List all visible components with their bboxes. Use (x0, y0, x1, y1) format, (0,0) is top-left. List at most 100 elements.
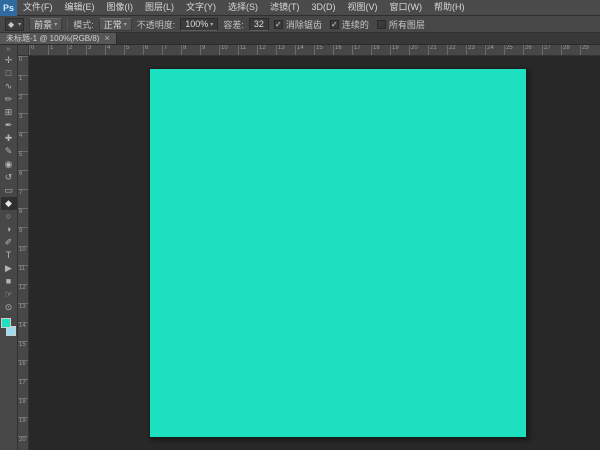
checkbox-label: 所有图层 (389, 18, 425, 31)
photoshop-window: Ps 文件(F)编辑(E)图像(I)图层(L)文字(Y)选择(S)滤镜(T)3D… (0, 0, 600, 450)
ruler-tick: 7 (18, 189, 28, 208)
clone-stamp-tool[interactable]: ◉ (1, 158, 17, 171)
ruler-tick: 3 (86, 45, 105, 55)
hand-tool[interactable]: ☞ (1, 288, 17, 301)
crop-tool[interactable]: ⊞ (1, 106, 17, 119)
ruler-tick: 20 (18, 436, 28, 450)
paint-bucket-tool[interactable]: ◆ (1, 197, 17, 210)
type-tool[interactable]: T (1, 249, 17, 262)
ruler-tick: 6 (143, 45, 162, 55)
ruler-tick: 8 (18, 208, 28, 227)
menu-bar: Ps 文件(F)编辑(E)图像(I)图层(L)文字(Y)选择(S)滤镜(T)3D… (0, 0, 600, 16)
menu-item-8[interactable]: 3D(D) (306, 0, 342, 15)
menu-item-6[interactable]: 选择(S) (222, 0, 264, 15)
paint-bucket-icon: ◆ (8, 20, 14, 29)
ruler-tick: 18 (18, 398, 28, 417)
shape-tool[interactable]: ■ (1, 275, 17, 288)
ruler-tick: 1 (18, 75, 28, 94)
menu-item-9[interactable]: 视图(V) (342, 0, 384, 15)
menu-item-4[interactable]: 图层(L) (139, 0, 180, 15)
ruler-tick: 3 (18, 113, 28, 132)
ruler-tick: 19 (390, 45, 409, 55)
brush-tool[interactable]: ✎ (1, 145, 17, 158)
checkbox-2[interactable]: ✓连续的 (330, 18, 369, 31)
ruler-tick: 26 (523, 45, 542, 55)
ruler-tick: 0 (18, 56, 28, 75)
path-selection-tool[interactable]: ▶ (1, 262, 17, 275)
ruler-tick: 22 (447, 45, 466, 55)
ruler-tick: 24 (485, 45, 504, 55)
dodge-tool[interactable]: ◑ (1, 223, 17, 236)
ruler-tick: 28 (561, 45, 580, 55)
workspace: » ✛□∿✏⊞✒✚✎◉↺▭◆○◑✐T▶■☞⊙ 01234567891011121… (0, 45, 600, 450)
ruler-tick: 6 (18, 170, 28, 189)
checkbox-3[interactable]: 所有图层 (377, 18, 425, 31)
marquee-tool[interactable]: □ (1, 67, 17, 80)
ruler-tick: 19 (18, 417, 28, 436)
mode-label: 模式: (73, 18, 94, 31)
healing-brush-tool[interactable]: ✚ (1, 132, 17, 145)
ruler-tick: 12 (18, 284, 28, 303)
document-tab-bar: 未标题-1 @ 100%(RGB/8) × (0, 33, 600, 45)
opacity-value: 100% (185, 19, 208, 29)
move-tool[interactable]: ✛ (1, 54, 17, 67)
ruler-tick: 5 (18, 151, 28, 170)
ruler-tick: 13 (18, 303, 28, 322)
toolbar-collapse-chevron[interactable]: » (7, 46, 11, 54)
checkbox-label: 连续的 (342, 18, 369, 31)
eraser-tool[interactable]: ▭ (1, 184, 17, 197)
ruler-tick: 12 (257, 45, 276, 55)
tolerance-input[interactable]: 32 (249, 18, 269, 31)
canvas[interactable] (149, 68, 527, 438)
ruler-tick: 4 (105, 45, 124, 55)
menu-item-3[interactable]: 图像(I) (101, 0, 140, 15)
mode-dropdown[interactable]: 正常 (99, 18, 132, 31)
zoom-tool[interactable]: ⊙ (1, 301, 17, 314)
fill-source-dropdown[interactable]: 前景 (29, 18, 62, 31)
tool-options-bar: ◆ 前景 模式: 正常 不透明度: 100% 容差: 32 ✓消除锯齿✓连续的所… (0, 16, 600, 33)
eyedropper-tool[interactable]: ✒ (1, 119, 17, 132)
history-brush-tool[interactable]: ↺ (1, 171, 17, 184)
ruler-tick: 21 (428, 45, 447, 55)
ruler-tick: 10 (219, 45, 238, 55)
separator (67, 18, 68, 30)
document-viewport (29, 56, 600, 450)
ruler-tick: 16 (18, 360, 28, 379)
ruler-tick: 4 (18, 132, 28, 151)
ruler-vertical: 01234567891011121314151617181920 (18, 56, 29, 450)
menu-item-5[interactable]: 文字(Y) (180, 0, 222, 15)
checkbox-box[interactable] (377, 20, 386, 29)
ruler-tick: 0 (29, 45, 48, 55)
photoshop-logo: Ps (0, 0, 17, 16)
ruler-tick: 11 (238, 45, 257, 55)
lasso-tool[interactable]: ∿ (1, 80, 17, 93)
ruler-tick: 29 (580, 45, 599, 55)
quick-selection-tool[interactable]: ✏ (1, 93, 17, 106)
ruler-tick: 23 (466, 45, 485, 55)
ruler-tick: 9 (18, 227, 28, 246)
checkbox-1[interactable]: ✓消除锯齿 (274, 18, 322, 31)
ruler-tick: 2 (67, 45, 86, 55)
ruler-tick: 17 (352, 45, 371, 55)
document-tab[interactable]: 未标题-1 @ 100%(RGB/8) × (0, 33, 117, 44)
ruler-tick: 18 (371, 45, 390, 55)
close-icon[interactable]: × (104, 34, 109, 43)
menu-item-2[interactable]: 编辑(E) (59, 0, 101, 15)
checkbox-box[interactable]: ✓ (274, 20, 283, 29)
tool-preset-picker[interactable]: ◆ (5, 18, 24, 31)
ruler-tick: 9 (200, 45, 219, 55)
menu-item-10[interactable]: 窗口(W) (384, 0, 429, 15)
ruler-tick: 27 (542, 45, 561, 55)
menu-item-1[interactable]: 文件(F) (17, 0, 59, 15)
blur-tool[interactable]: ○ (1, 210, 17, 223)
ruler-tick: 8 (181, 45, 200, 55)
foreground-color-swatch[interactable] (1, 318, 11, 328)
fill-source-value: 前景 (34, 18, 52, 31)
checkbox-box[interactable]: ✓ (330, 20, 339, 29)
menu-item-7[interactable]: 滤镜(T) (264, 0, 306, 15)
menu-item-11[interactable]: 帮助(H) (428, 0, 471, 15)
ruler-tick: 15 (18, 341, 28, 360)
pen-tool[interactable]: ✐ (1, 236, 17, 249)
opacity-input[interactable]: 100% (180, 18, 218, 31)
options-checkboxes: ✓消除锯齿✓连续的所有图层 (274, 18, 425, 31)
